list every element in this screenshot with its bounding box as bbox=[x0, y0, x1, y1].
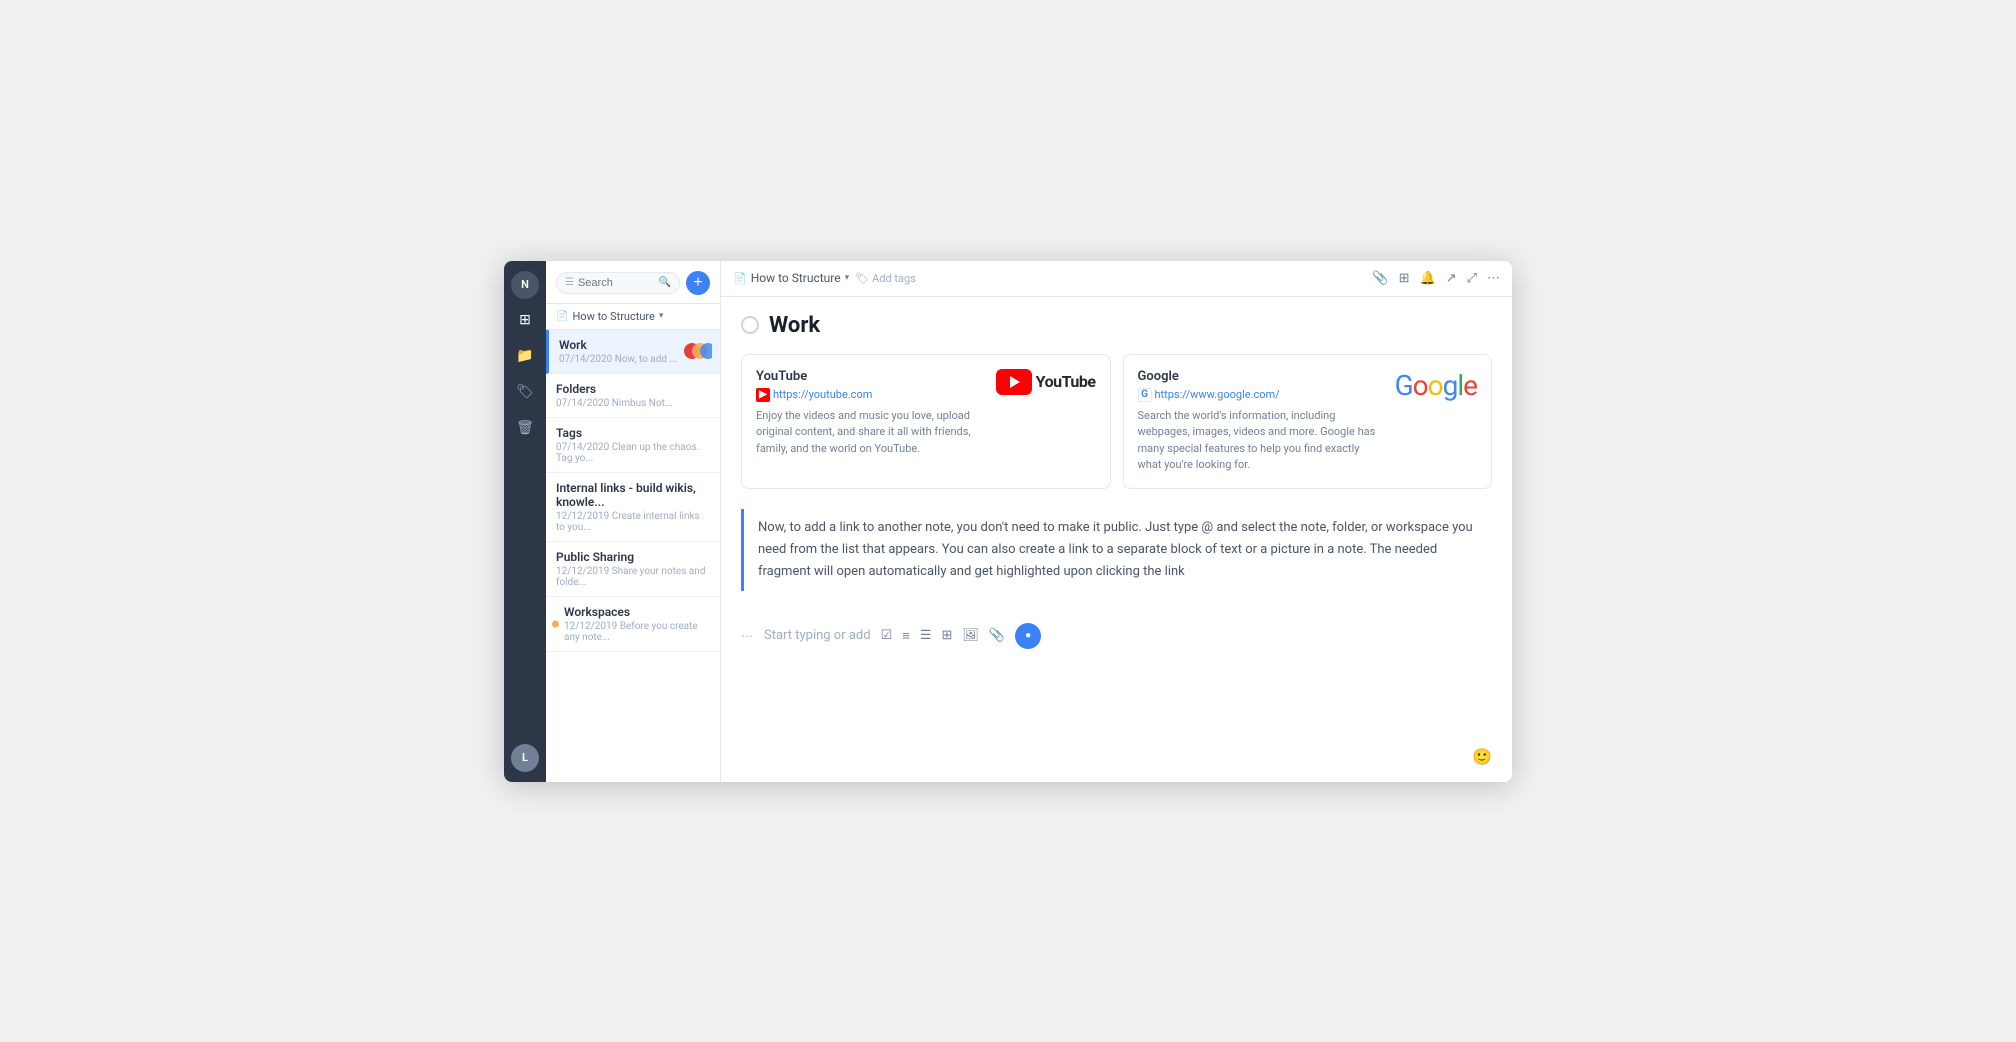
youtube-play-icon bbox=[996, 369, 1032, 395]
google-card[interactable]: Google G https://www.google.com/ Search … bbox=[1123, 354, 1493, 489]
nav-trash-icon[interactable]: 🗑 bbox=[510, 413, 540, 443]
note-item-tags[interactable]: Tags 07/14/2020 Clean up the chaos. Tag … bbox=[546, 418, 720, 473]
page-status-circle bbox=[741, 316, 759, 334]
google-url[interactable]: G https://www.google.com/ bbox=[1138, 388, 1383, 402]
attachment-icon[interactable]: 📎 bbox=[1372, 271, 1388, 286]
google-site-name: Google bbox=[1138, 369, 1383, 384]
toolbar-chevron-icon: ▾ bbox=[845, 273, 850, 283]
note-title-public-sharing: Public Sharing bbox=[556, 550, 710, 564]
add-tags-label: Add tags bbox=[872, 272, 916, 285]
app-container: N ⊞ 📁 🏷 🗑 L ☰ 🔍 + 📄 How to Structure ▾ bbox=[504, 261, 1512, 782]
editor-toolbar: ⋯ Start typing or add ☑ ≡ ☰ ⊞ 🖼 📎 ● bbox=[741, 623, 1492, 649]
more-options-icon[interactable]: ⋯ bbox=[1487, 271, 1500, 286]
emoji-button[interactable]: 🙂 bbox=[1472, 747, 1492, 766]
note-item-folders[interactable]: Folders 07/14/2020 Nimbus Not... bbox=[546, 374, 720, 418]
expand-icon[interactable]: ⤢ bbox=[1467, 271, 1477, 286]
ordered-list-icon[interactable]: ≡ bbox=[902, 628, 910, 644]
notification-icon[interactable]: 🔔 bbox=[1420, 271, 1436, 286]
table-icon[interactable]: ⊞ bbox=[942, 628, 953, 643]
youtube-card[interactable]: YouTube ▶ https://youtube.com Enjoy the … bbox=[741, 354, 1111, 489]
cursor-icon: ● bbox=[1025, 630, 1031, 641]
user-avatar-top[interactable]: N bbox=[511, 271, 539, 299]
note-meta-workspaces: 12/12/2019 Before you create any note... bbox=[564, 621, 710, 643]
filter-icon: ☰ bbox=[565, 277, 574, 288]
checklist-icon[interactable]: ☑ bbox=[881, 628, 893, 643]
page-title-row: Work bbox=[741, 313, 1492, 338]
quote-text: Now, to add a link to another note, you … bbox=[758, 517, 1478, 583]
youtube-text-logo: YouTube bbox=[1036, 372, 1096, 391]
main-content: 📄 How to Structure ▾ 🏷 Add tags 📎 ⊞ 🔔 ↗ … bbox=[721, 261, 1512, 782]
note-meta-internal-links: 12/12/2019 Create internal links to you.… bbox=[556, 511, 710, 533]
note-title-tags: Tags bbox=[556, 426, 710, 440]
search-input[interactable] bbox=[578, 277, 655, 289]
note-item-internal-links[interactable]: Internal links - build wikis, knowle... … bbox=[546, 473, 720, 542]
google-favicon: G bbox=[1138, 388, 1152, 402]
editor-drag-handle[interactable]: ⋯ bbox=[741, 629, 754, 643]
youtube-url[interactable]: ▶ https://youtube.com bbox=[756, 388, 984, 402]
note-item-workspaces[interactable]: Workspaces 12/12/2019 Before you create … bbox=[546, 597, 720, 652]
youtube-favicon: ▶ bbox=[756, 388, 770, 402]
note-meta-tags: 07/14/2020 Clean up the chaos. Tag yo... bbox=[556, 442, 710, 464]
add-tags-button[interactable]: 🏷 Add tags bbox=[855, 272, 916, 285]
add-note-button[interactable]: + bbox=[686, 271, 710, 295]
note-thumb-work bbox=[680, 339, 712, 363]
note-title-internal-links: Internal links - build wikis, knowle... bbox=[556, 481, 710, 509]
user-avatar-bottom[interactable]: L bbox=[511, 744, 539, 772]
search-box[interactable]: ☰ 🔍 bbox=[556, 272, 680, 294]
note-meta-folders: 07/14/2020 Nimbus Not... bbox=[556, 398, 710, 409]
note-meta-public-sharing: 12/12/2019 Share your notes and folde... bbox=[556, 566, 710, 588]
youtube-description: Enjoy the videos and music you love, upl… bbox=[756, 408, 984, 458]
tag-icon: 🏷 bbox=[855, 272, 869, 285]
link-cards-row: YouTube ▶ https://youtube.com Enjoy the … bbox=[741, 354, 1492, 489]
youtube-logo: YouTube bbox=[996, 369, 1096, 395]
folder-breadcrumb[interactable]: 📄 How to Structure ▾ bbox=[546, 304, 720, 330]
page-title: Work bbox=[769, 313, 820, 338]
note-title-workspaces: Workspaces bbox=[564, 605, 710, 619]
sidebar: ☰ 🔍 + 📄 How to Structure ▾ Work 07/14/20… bbox=[546, 261, 721, 782]
quote-block: Now, to add a link to another note, you … bbox=[741, 509, 1492, 591]
workspace-dot-icon bbox=[552, 620, 559, 627]
note-list: Work 07/14/2020 Now, to add ... Folders … bbox=[546, 330, 720, 782]
note-item-work[interactable]: Work 07/14/2020 Now, to add ... bbox=[546, 330, 720, 374]
unordered-list-icon[interactable]: ☰ bbox=[920, 628, 932, 643]
search-icon: 🔍 bbox=[659, 277, 671, 288]
sidebar-header: ☰ 🔍 + bbox=[546, 261, 720, 304]
main-toolbar: 📄 How to Structure ▾ 🏷 Add tags 📎 ⊞ 🔔 ↗ … bbox=[721, 261, 1512, 297]
editor-placeholder-text: Start typing or add bbox=[764, 628, 871, 643]
nav-grid-icon[interactable]: ⊞ bbox=[510, 305, 540, 335]
toolbar-breadcrumb-text: How to Structure bbox=[751, 271, 841, 285]
chevron-down-icon: ▾ bbox=[659, 311, 664, 321]
google-description: Search the world's information, includin… bbox=[1138, 408, 1383, 474]
nav-folder-icon[interactable]: 📁 bbox=[510, 341, 540, 371]
note-item-public-sharing[interactable]: Public Sharing 12/12/2019 Share your not… bbox=[546, 542, 720, 597]
toolbar-breadcrumb: 📄 How to Structure ▾ bbox=[733, 271, 849, 285]
grid-view-icon[interactable]: ⊞ bbox=[1399, 271, 1410, 286]
editor-area[interactable]: ⋯ Start typing or add ☑ ≡ ☰ ⊞ 🖼 📎 ● bbox=[741, 611, 1492, 657]
nav-tags-icon[interactable]: 🏷 bbox=[510, 377, 540, 407]
image-icon[interactable]: 🖼 bbox=[962, 628, 979, 643]
note-title-folders: Folders bbox=[556, 382, 710, 396]
folder-icon: 📄 bbox=[556, 311, 568, 322]
attachment-tool-icon[interactable]: 📎 bbox=[989, 628, 1005, 643]
toolbar-folder-icon: 📄 bbox=[733, 272, 747, 285]
editor-cursor-button[interactable]: ● bbox=[1015, 623, 1041, 649]
content-area: Work YouTube ▶ https://youtube.com Enjoy… bbox=[721, 297, 1512, 782]
google-logo: Google bbox=[1395, 369, 1477, 402]
share-icon[interactable]: ↗ bbox=[1446, 271, 1457, 286]
folder-title: How to Structure bbox=[572, 310, 654, 323]
youtube-site-name: YouTube bbox=[756, 369, 984, 384]
icon-bar: N ⊞ 📁 🏷 🗑 L bbox=[504, 261, 546, 782]
